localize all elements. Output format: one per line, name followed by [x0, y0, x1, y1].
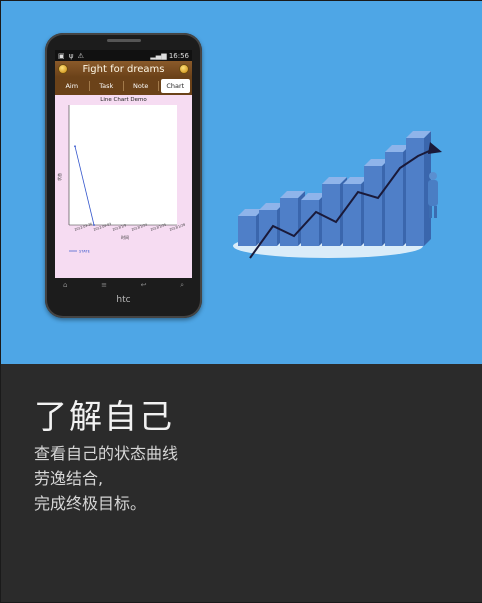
line-chart: 2012-03-26 2012-04-03 2013/1/9 2013/1/24 201…: [56, 105, 186, 254]
tab-chart[interactable]: Chart: [160, 79, 190, 93]
nav-buttons: ⌂ ≡ ↩ ⌕: [63, 281, 184, 291]
status-bar: ▣ ψ ⚠ ▂▄▆ 16:56: [55, 50, 192, 61]
tab-bar: Aim Task Note Chart: [55, 77, 192, 95]
bar-3d: [301, 200, 319, 246]
bar-3d: [280, 198, 298, 246]
search-icon[interactable]: ⌕: [180, 281, 184, 291]
status-right: ▂▄▆ 16:56: [150, 52, 189, 60]
phone-screen: ▣ ψ ⚠ ▂▄▆ 16:56 Fight for dreams Aim Tas…: [55, 50, 192, 278]
tab-note[interactable]: Note: [126, 79, 156, 93]
signal-icon: ▂▄▆: [150, 51, 167, 60]
x-axis-label: 时间: [121, 234, 129, 240]
tab-divider: [123, 81, 124, 91]
tab-aim[interactable]: Aim: [57, 79, 87, 93]
data-point: [93, 224, 95, 226]
home-icon[interactable]: ⌂: [63, 281, 67, 291]
description-line: 劳逸结合,: [34, 469, 104, 488]
bar-3d: [322, 184, 340, 246]
back-icon[interactable]: ↩: [141, 281, 147, 291]
description: 查看自己的状态曲线 劳逸结合, 完成终极目标。: [34, 441, 178, 516]
app-titlebar: Fight for dreams: [55, 61, 192, 77]
coin-icon-right[interactable]: [179, 64, 189, 74]
data-point: [74, 145, 76, 148]
legend-label: STATE: [79, 250, 91, 254]
app-title: Fight for dreams: [82, 63, 165, 75]
tab-divider: [88, 81, 90, 91]
tab-task[interactable]: Task: [92, 79, 122, 93]
description-line: 完成终极目标。: [34, 494, 147, 513]
y-axis-label: 状态: [56, 173, 62, 181]
notification-icons: ▣ ψ ⚠: [58, 51, 85, 60]
bar-graph-illustration: [233, 131, 442, 259]
tab-divider: [157, 81, 159, 91]
bar-3d: [364, 166, 382, 246]
bar-3d: [343, 184, 361, 246]
chart-panel: Line Chart Demo 2012-03-26 2012-04-03 2013…: [55, 95, 192, 278]
menu-icon[interactable]: ≡: [101, 281, 107, 291]
coin-icon-left: [58, 64, 68, 74]
bar-3d: [238, 216, 256, 246]
htc-logo: htc: [116, 295, 131, 305]
plot-area: [69, 105, 177, 225]
page-heading: 了解自己: [34, 397, 174, 436]
status-time: 16:56: [168, 51, 189, 60]
description-line: 查看自己的状态曲线: [34, 444, 179, 463]
phone-speaker: [107, 39, 141, 42]
bar-3d: [385, 152, 403, 246]
